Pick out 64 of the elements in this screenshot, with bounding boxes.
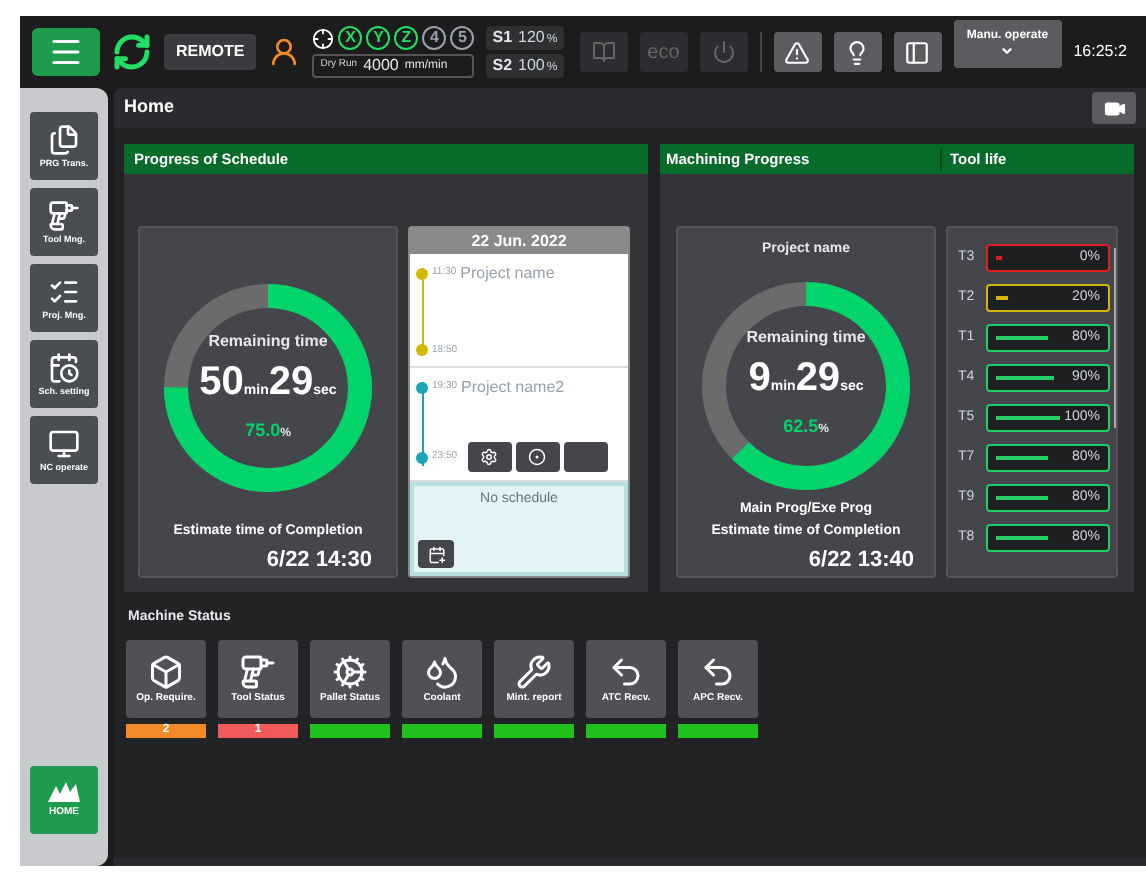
settings-button[interactable] <box>467 442 512 472</box>
menu-icon <box>48 34 84 70</box>
seconds-value: 29 <box>268 361 314 402</box>
estimate-time: 6/22 13:40 <box>808 545 914 575</box>
power-button[interactable] <box>699 32 748 72</box>
crosshair-icon <box>312 27 335 49</box>
page-title: Home <box>124 94 175 121</box>
monitor-icon <box>48 427 80 460</box>
files-icon <box>48 123 80 156</box>
project-name: Project name <box>460 262 555 286</box>
machine-icon <box>148 653 184 689</box>
clock-time: 16:25:2 <box>1073 40 1127 64</box>
calendar-date: 22 Jun. 2022 <box>471 229 567 253</box>
minutes-value: 9 <box>748 358 771 399</box>
blank-button[interactable] <box>563 442 608 472</box>
light-button[interactable] <box>833 32 882 72</box>
spindle-name: S2 <box>492 54 513 78</box>
camera-button[interactable] <box>1092 92 1136 124</box>
droplet-icon <box>424 653 460 689</box>
spindle-value: 120 <box>518 26 545 50</box>
calendar-icon <box>48 351 80 384</box>
power-icon <box>711 40 736 64</box>
drill-icon <box>48 199 80 232</box>
panel-icon <box>904 39 931 65</box>
alarm-button[interactable] <box>773 32 822 72</box>
return-arrow-icon <box>700 653 736 689</box>
target-icon <box>528 448 547 466</box>
project-name: Project name2 <box>461 376 565 400</box>
record-button[interactable] <box>515 442 560 472</box>
spindle-name: S1 <box>492 26 513 50</box>
logo-icon <box>48 782 80 802</box>
scrollbar[interactable] <box>1114 248 1116 428</box>
calendar-add-icon <box>427 545 445 563</box>
remaining-label: Remaining time <box>746 326 866 351</box>
book-button[interactable] <box>579 32 628 72</box>
list-icon <box>48 275 80 308</box>
camera-icon <box>1103 97 1125 119</box>
book-icon <box>591 40 616 64</box>
panel-button[interactable] <box>893 32 942 72</box>
add-schedule-button[interactable] <box>418 540 454 568</box>
axis-indicator: Y <box>366 26 391 50</box>
estimate-time: 6/22 14:30 <box>266 545 372 575</box>
percent-value: 75.0 <box>245 417 281 444</box>
wrench-icon <box>516 653 552 689</box>
seconds-value: 29 <box>795 358 841 399</box>
feed-value: 4000 <box>363 54 399 78</box>
sync-icon[interactable] <box>112 32 152 72</box>
warning-icon <box>784 39 811 65</box>
axis-indicator: 5 <box>450 26 475 50</box>
drill-icon <box>240 653 276 689</box>
remote-button[interactable]: REMOTE <box>164 34 257 70</box>
menu-button[interactable] <box>32 28 100 76</box>
axis-indicator: 4 <box>422 26 447 50</box>
lightbulb-icon <box>844 39 871 65</box>
caret-icon <box>1000 44 1015 59</box>
minutes-value: 50 <box>199 361 244 402</box>
axis-indicator: Z <box>394 26 419 50</box>
spindle-value: 100 <box>518 54 545 78</box>
return-arrow-icon <box>608 653 644 689</box>
settings-icon <box>480 448 499 466</box>
gear-icon <box>332 653 368 689</box>
remaining-label: Remaining time <box>208 329 328 354</box>
axis-indicator: X <box>338 26 363 50</box>
percent-value: 62.5 <box>783 414 819 441</box>
